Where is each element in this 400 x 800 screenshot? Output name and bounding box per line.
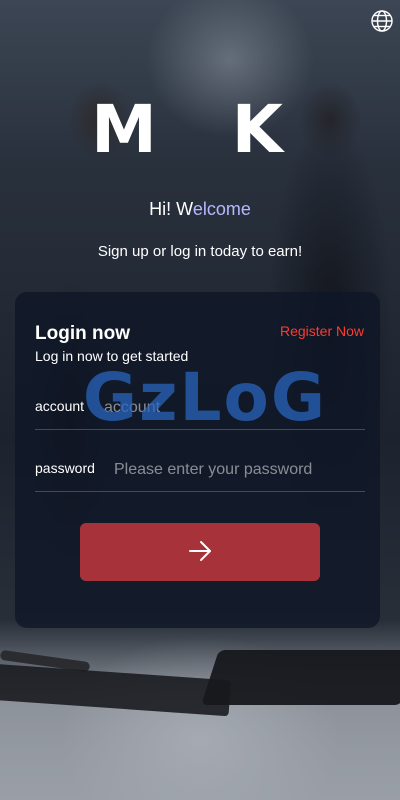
tagline: Sign up or log in today to earn! [97,243,303,260]
globe-icon[interactable] [370,9,394,33]
app-logo: M K [91,91,309,168]
welcome-greeting: Hi! Welcome [0,199,400,220]
background-keyboard [201,650,400,705]
submit-button[interactable] [80,523,320,581]
greeting-text-end: elcome [192,199,251,219]
account-field-row: account [35,390,365,430]
greeting-text-start: Hi! W [149,199,193,219]
arrow-right-icon [187,538,213,567]
account-input[interactable] [104,394,354,422]
account-label: account [35,398,85,414]
password-field-row: password [35,452,365,492]
login-title: Login now [35,323,130,344]
register-link[interactable]: Register Now [280,323,364,339]
password-label: password [35,460,95,476]
login-subtitle: Log in now to get started [35,348,189,364]
password-input[interactable] [114,456,364,484]
